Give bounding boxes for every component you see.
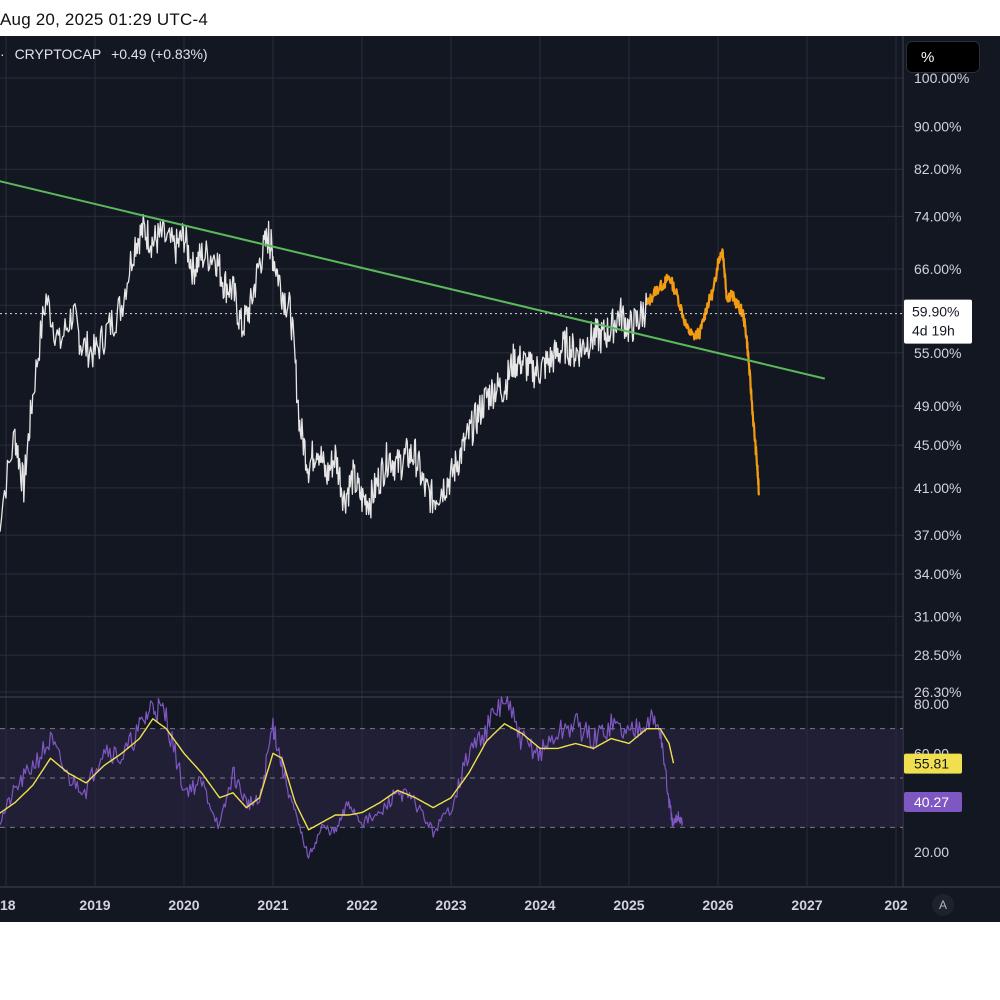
header-bar: Aug 20, 2025 01:29 UTC-4 [0, 0, 1000, 36]
x-axis-tick-label: 2021 [257, 897, 288, 913]
trend-line [0, 180, 826, 380]
y-axis-tick-label: 28.50% [914, 647, 961, 663]
y-axis-tick-label: 55.00% [914, 345, 961, 361]
projection-series [646, 248, 760, 496]
x-axis-tick-label: 2026 [702, 897, 733, 913]
rsi-axis-tick-label: 20.00 [914, 844, 949, 860]
timestamp: Aug 20, 2025 01:29 UTC-4 [0, 10, 208, 29]
chart-canvas[interactable]: 100.00%90.00%82.00%74.00%66.00%61.00%55.… [0, 36, 1000, 922]
x-axis-tick-label: 2027 [791, 897, 822, 913]
percent-scale-button[interactable]: % [906, 41, 980, 73]
x-axis-tick-label: 2022 [346, 897, 377, 913]
y-axis-tick-label: 45.00% [914, 437, 961, 453]
x-axis-tick-label: 2025 [613, 897, 644, 913]
x-axis-tick-label: 202 [884, 897, 908, 913]
bottom-margin [0, 922, 1000, 1000]
legend-symbol[interactable]: CRYPTOCAP [15, 46, 102, 62]
rsi-axis-tick-label: 80.00 [914, 696, 949, 712]
x-axis-tick-label: 2023 [435, 897, 466, 913]
y-axis-tick-label: 37.00% [914, 527, 961, 543]
y-axis-tick-label: 49.00% [914, 398, 961, 414]
rsi-ma-value: 55.81 [914, 756, 949, 772]
y-axis-tick-label: 41.00% [914, 480, 961, 496]
chart-area[interactable]: 100.00%90.00%82.00%74.00%66.00%61.00%55.… [0, 36, 1000, 922]
y-axis-tick-label: 90.00% [914, 118, 961, 134]
y-axis-tick-label: 82.00% [914, 161, 961, 177]
symbol-legend[interactable]: · CRYPTOCAP +0.49 (+0.83%) [0, 46, 214, 62]
x-axis-tick-label: 2019 [79, 897, 110, 913]
last-price-countdown: 4d 19h [912, 323, 955, 339]
y-axis-tick-label: 34.00% [914, 566, 961, 582]
auto-scale-button[interactable]: A [932, 894, 954, 916]
price-history-series [0, 213, 648, 532]
y-axis-tick-label: 31.00% [914, 608, 961, 624]
rsi-value: 40.27 [914, 794, 949, 810]
x-axis-tick-label: 18 [0, 897, 16, 913]
legend-prefix: · [0, 46, 5, 62]
x-axis-tick-label: 2020 [168, 897, 199, 913]
legend-change: +0.49 (+0.83%) [111, 46, 208, 62]
x-axis-tick-label: 2024 [524, 897, 555, 913]
last-price-value: 59.90% [912, 304, 959, 320]
y-axis-tick-label: 74.00% [914, 208, 961, 224]
y-axis-tick-label: 66.00% [914, 261, 961, 277]
